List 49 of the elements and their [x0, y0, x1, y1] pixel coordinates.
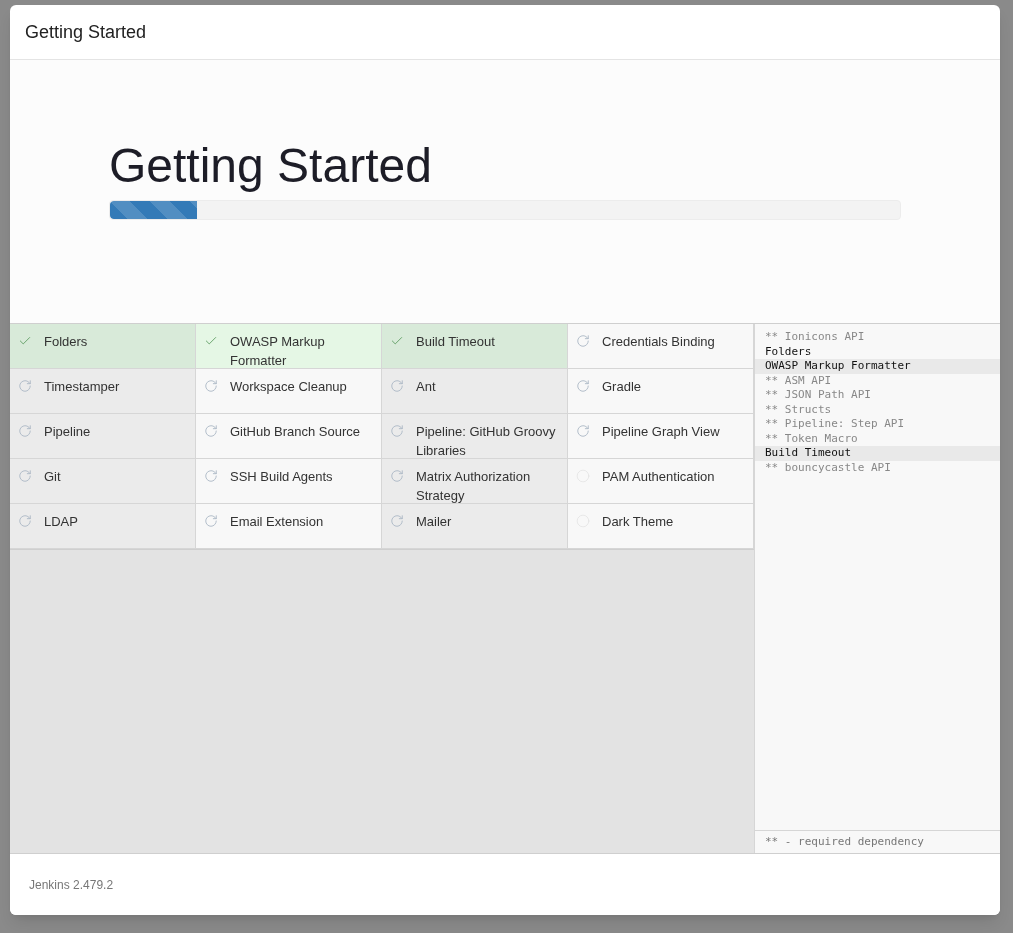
spinner-icon [390, 514, 404, 528]
plugin-name: Folders [44, 333, 88, 351]
plugin-name: Build Timeout [416, 333, 495, 351]
plugin-name: LDAP [44, 513, 78, 531]
plugin-name: Mailer [416, 513, 452, 531]
window-title: Getting Started [25, 20, 147, 44]
spinner-icon [204, 379, 218, 393]
spinner-icon [390, 469, 404, 483]
check-icon [390, 334, 404, 348]
spinner-icon [576, 379, 590, 393]
log-line: ** ASM API [764, 373, 833, 388]
plugin-name: Ant [416, 378, 436, 396]
log-line: ** bouncycastle API [764, 460, 892, 475]
spinner-icon [390, 424, 404, 438]
plugin-name: Dark Theme [602, 513, 674, 531]
log-line: ** Structs [764, 402, 833, 417]
spinner-icon [204, 469, 218, 483]
log-line: ** Ionicons API [764, 330, 866, 345]
plugin-name: OWASP Markup Formatter [230, 333, 326, 370]
plugin-name: Pipeline [44, 423, 91, 441]
log-line: Folders [764, 344, 813, 359]
spinner-icon [576, 334, 590, 348]
spinner-icon [18, 469, 32, 483]
plugin-name: Git [44, 468, 61, 486]
plugin-name: Gradle [602, 378, 642, 396]
plugin-name: Matrix Authorization Strategy [416, 468, 532, 505]
plugin-name: PAM Authentication [602, 468, 715, 486]
version-label: Jenkins 2.479.2 [29, 876, 114, 894]
spinner-icon [204, 514, 218, 528]
spinner-icon [390, 379, 404, 393]
spinner-icon [18, 424, 32, 438]
spinner-icon [204, 424, 218, 438]
spinner-icon [18, 379, 32, 393]
plugin-name: Workspace Cleanup [230, 378, 347, 396]
plugin-name: Timestamper [44, 378, 120, 396]
plugin-name: Pipeline: GitHub Groovy Libraries [416, 423, 557, 460]
plugin-name: Email Extension [230, 513, 324, 531]
log-line: ** Token Macro [764, 431, 859, 446]
plugin-name: Pipeline Graph View [602, 423, 720, 441]
page-heading: Getting Started [109, 138, 433, 194]
plugin-name: GitHub Branch Source [230, 423, 361, 441]
spinner-icon [576, 424, 590, 438]
check-icon [18, 334, 32, 348]
plugin-name: SSH Build Agents [230, 468, 333, 486]
spinner-icon [18, 514, 32, 528]
log-line: ** Pipeline: Step API [764, 417, 906, 432]
log-line: ** JSON Path API [764, 388, 872, 403]
plugin-name: Credentials Binding [602, 333, 715, 351]
check-icon [204, 334, 218, 348]
